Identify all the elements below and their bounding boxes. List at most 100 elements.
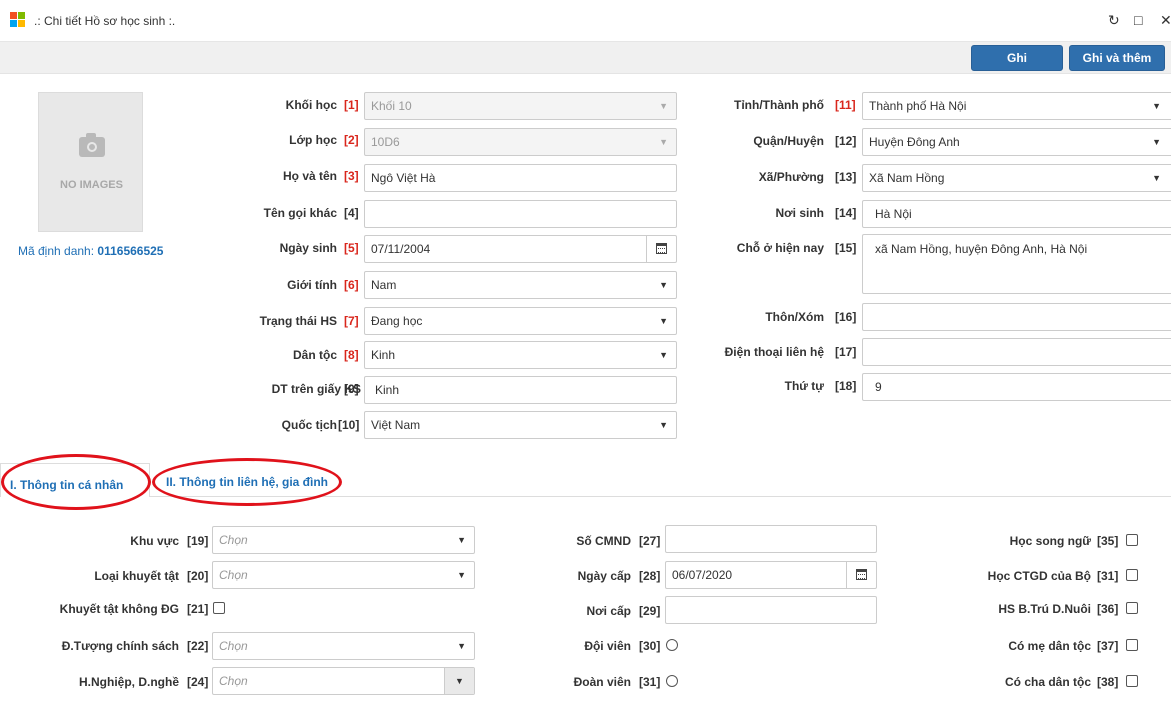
class-label: Lớp học [289, 133, 337, 147]
ward-num: [13] [835, 170, 857, 184]
status-label: Trạng thái HS [259, 314, 337, 328]
address-textarea[interactable]: xã Nam Hồng, huyện Đông Anh, Hà Nội [862, 234, 1171, 294]
order-input[interactable]: 9 [862, 373, 1171, 401]
issue-date-label: Ngày cấp [577, 569, 631, 583]
address-label: Chỗ ở hiện nay [736, 241, 824, 255]
grade-num: [1] [344, 98, 359, 112]
phone-label: Điện thoại liên hệ [724, 345, 824, 359]
chevron-down-icon: ▼ [659, 420, 668, 430]
bilingual-num: [35] [1097, 534, 1119, 548]
nationality-label: Quốc tịch [281, 418, 337, 432]
region-label: Khu vực [130, 534, 179, 548]
issue-date-num: [28] [639, 569, 661, 583]
policy-target-select[interactable]: Chọn ▼ [212, 632, 475, 660]
disability-not-assessed-num: [21] [187, 602, 209, 616]
pioneer-label: Đội viên [584, 639, 631, 653]
status-select[interactable]: Đang học ▼ [364, 307, 677, 335]
vocation-num: [24] [187, 675, 209, 689]
hamlet-input[interactable] [862, 303, 1171, 331]
gender-value: Nam [371, 278, 397, 292]
other-name-input[interactable] [364, 200, 677, 228]
student-photo-placeholder[interactable]: NO IMAGES [38, 92, 143, 232]
grade-select[interactable]: Khối 10 ▼ [364, 92, 677, 120]
province-select[interactable]: Thành phố Hà Nội ▼ [862, 92, 1171, 120]
birthdate-input[interactable]: 07/11/2004 [364, 235, 677, 263]
father-ethnic-num: [38] [1097, 675, 1119, 689]
phone-input[interactable] [862, 338, 1171, 366]
province-label: Tỉnh/Thành phố [734, 98, 824, 112]
status-value: Đang học [371, 314, 423, 328]
mother-ethnic-label: Có mẹ dân tộc [1008, 639, 1091, 653]
boarding-checkbox[interactable] [1126, 602, 1138, 614]
mother-ethnic-num: [37] [1097, 639, 1119, 653]
father-ethnic-checkbox[interactable] [1126, 675, 1138, 687]
vocation-select[interactable]: Chọn ▼ [212, 667, 475, 695]
ministry-curriculum-num: [31] [1097, 569, 1119, 583]
id-card-num: [27] [639, 534, 661, 548]
ethnicity-num: [8] [344, 348, 359, 362]
ethnicity-birthcert-input[interactable]: Kinh [364, 376, 677, 404]
bilingual-checkbox[interactable] [1126, 534, 1138, 546]
id-card-input[interactable] [665, 525, 877, 553]
ministry-curriculum-label: Học CTGD của Bộ [987, 569, 1091, 583]
district-label: Quận/Huyện [753, 134, 824, 148]
fullname-input[interactable]: Ngô Việt Hà [364, 164, 677, 192]
youth-union-radio[interactable] [666, 675, 678, 687]
region-select[interactable]: Chọn ▼ [212, 526, 475, 554]
issue-date-input[interactable]: 06/07/2020 [665, 561, 877, 589]
hamlet-num: [16] [835, 310, 857, 324]
student-id: Mã định danh: 0116566525 [18, 244, 163, 258]
disability-type-value: Chọn [219, 568, 248, 582]
maximize-icon[interactable]: □ [1134, 12, 1142, 28]
no-image-text: NO IMAGES [60, 179, 123, 191]
chevron-down-icon: ▼ [1152, 173, 1161, 183]
vocation-label: H.Nghiệp, D.nghề [79, 675, 179, 689]
class-num: [2] [344, 133, 359, 147]
hamlet-label: Thôn/Xóm [765, 310, 824, 324]
pioneer-radio[interactable] [666, 639, 678, 651]
boarding-num: [36] [1097, 602, 1119, 616]
address-num: [15] [835, 241, 857, 255]
district-num: [12] [835, 134, 857, 148]
chevron-down-icon: ▼ [457, 535, 466, 545]
ward-value: Xã Nam Hồng [869, 171, 945, 185]
student-id-value: 0116566525 [97, 244, 164, 258]
mother-ethnic-checkbox[interactable] [1126, 639, 1138, 651]
birthdate-value: 07/11/2004 [371, 242, 431, 256]
issue-date-value: 06/07/2020 [672, 568, 733, 582]
grade-value: Khối 10 [371, 99, 412, 113]
province-value: Thành phố Hà Nội [869, 99, 967, 113]
close-icon[interactable]: ✕ [1160, 12, 1171, 29]
save-and-add-button[interactable]: Ghi và thêm [1069, 45, 1165, 71]
calendar-icon[interactable] [646, 236, 676, 262]
save-button[interactable]: Ghi [971, 45, 1063, 71]
chevron-down-icon: ▼ [659, 350, 668, 360]
calendar-icon[interactable] [846, 562, 876, 588]
father-ethnic-label: Có cha dân tộc [1004, 675, 1091, 689]
district-select[interactable]: Huyện Đông Anh ▼ [862, 128, 1171, 156]
birthplace-input[interactable]: Hà Nội [862, 200, 1171, 228]
class-select[interactable]: 10D6 ▼ [364, 128, 677, 156]
ward-label: Xã/Phường [758, 170, 824, 184]
ward-select[interactable]: Xã Nam Hồng ▼ [862, 164, 1171, 192]
disability-type-select[interactable]: Chọn ▼ [212, 561, 475, 589]
chevron-down-icon: ▼ [659, 280, 668, 290]
order-num: [18] [835, 379, 857, 393]
tab-contact-family[interactable]: II. Thông tin liên hệ, gia đình [166, 475, 328, 489]
tab-personal-info[interactable]: I. Thông tin cá nhân [10, 478, 123, 492]
window-title: .: Chi tiết Hồ sơ học sinh :. [34, 14, 176, 28]
chevron-down-icon: ▼ [659, 137, 668, 147]
windows-logo-icon [10, 12, 26, 28]
disability-not-assessed-checkbox[interactable] [213, 602, 225, 614]
vocation-value: Chọn [219, 674, 248, 688]
ethnicity-select[interactable]: Kinh ▼ [364, 341, 677, 369]
nationality-value: Việt Nam [371, 418, 421, 432]
status-num: [7] [344, 314, 359, 328]
refresh-icon[interactable]: ↻ [1108, 12, 1120, 29]
chevron-down-icon: ▼ [659, 101, 668, 111]
camera-icon [79, 133, 105, 157]
issue-place-input[interactable] [665, 596, 877, 624]
ministry-curriculum-checkbox[interactable] [1126, 569, 1138, 581]
gender-select[interactable]: Nam ▼ [364, 271, 677, 299]
nationality-select[interactable]: Việt Nam ▼ [364, 411, 677, 439]
